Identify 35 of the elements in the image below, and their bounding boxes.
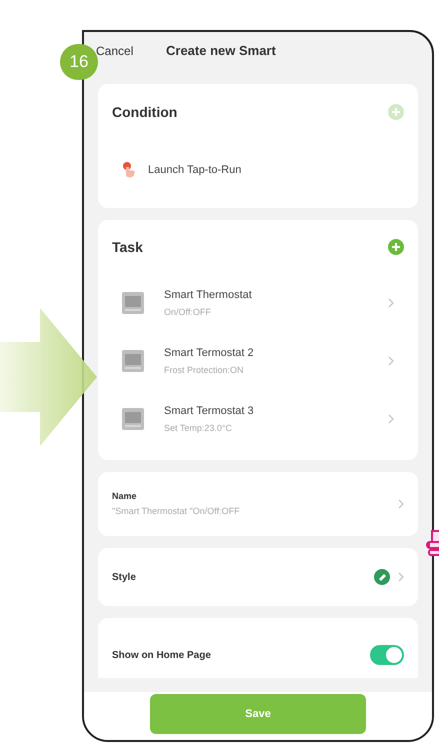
chevron-icon [388,414,394,424]
style-row[interactable]: Style [98,548,418,606]
screen-title: Create new Smart [166,42,276,60]
task-detail: On/Off:OFF [164,306,212,319]
condition-label: Launch Tap-to-Run [148,162,242,178]
device-name: Smart Thermostat [164,288,253,302]
thermostat-icon [122,408,144,430]
hand-tap-icon [122,161,136,179]
style-icon [374,569,390,585]
task-detail: Frost Protection:ON [164,364,245,377]
device-name: Smart Termostat 3 [164,404,255,418]
name-label: Name [112,490,138,502]
style-label: Style [112,570,137,584]
name-value: "Smart Thermostat "On/Off:OFF [112,505,241,518]
name-row[interactable]: Name "Smart Thermostat "On/Off:OFF [98,472,418,536]
toggle-switch[interactable] [370,645,404,665]
add-icon[interactable] [388,239,404,255]
step-badge: 16 [60,44,98,80]
condition-row[interactable]: Launch Tap-to-Run [98,140,418,200]
arrow-icon [0,308,97,446]
device-name: Smart Termostat 2 [164,346,255,360]
chevron-icon [398,499,404,509]
task-row[interactable]: Smart Thermostat On/Off:OFF [98,274,418,332]
thermostat-icon [122,292,144,314]
task-row[interactable]: Smart Termostat 2 Frost Protection:ON [98,332,418,390]
task-detail: Set Temp:23.0°C [164,422,233,435]
home-page-label: Show on Home Page [112,648,212,662]
section-title: Condition [112,102,178,122]
cancel-button[interactable]: Cancel [96,42,166,60]
chevron-icon [388,356,394,366]
task-row[interactable]: Smart Termostat 3 Set Temp:23.0°C [98,390,418,448]
chevron-icon [398,572,404,582]
thermostat-icon [122,350,144,372]
chevron-icon [388,298,394,308]
section-title: Task [112,238,143,256]
